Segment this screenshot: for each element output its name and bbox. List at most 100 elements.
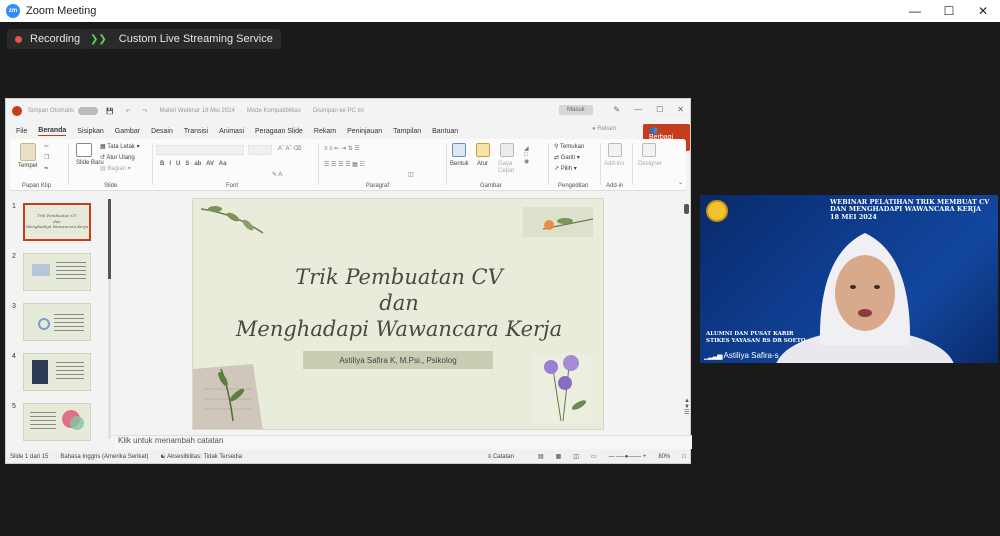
close-icon[interactable]: ✕	[966, 0, 1000, 22]
slideshow-view-icon[interactable]: ▭	[591, 453, 597, 460]
font-color-icon[interactable]: ✎ A	[272, 171, 282, 178]
page-nav-icons[interactable]: ▲ ▼ ☰	[684, 398, 690, 416]
ppt-minimize-icon[interactable]: —	[634, 105, 642, 114]
select-button[interactable]: ↗ Pilih ▾	[554, 165, 577, 172]
pen-icon[interactable]: ✎	[613, 105, 620, 114]
tab-beranda[interactable]: Beranda	[38, 127, 67, 136]
copy-icon[interactable]: ❐	[44, 154, 49, 161]
zoom-titlebar: zm Zoom Meeting — ☐ ✕	[0, 0, 1000, 22]
normal-view-icon[interactable]: ▤	[538, 453, 544, 460]
font-name-field[interactable]	[156, 145, 244, 155]
tab-peninjauan[interactable]: Peninjauan	[347, 128, 382, 135]
participant-video[interactable]: WEBINAR PELATIHAN TRIK MEMBUAT CV DAN ME…	[700, 195, 998, 363]
tab-animasi[interactable]: Animasi	[219, 128, 244, 135]
tab-sisipkan[interactable]: Sisipkan	[77, 128, 103, 135]
ribbon-home: Tempel ✂ ❐ ✒ Papan Klip Slide Baru ▦ Tat…	[10, 139, 686, 191]
slide-title-line2[interactable]: dan	[193, 291, 603, 315]
align-icons[interactable]: ☰ ☰ ☰ ☰ ▦ ☷	[324, 161, 365, 168]
slide-counter: Slide 1 dari 15	[10, 453, 49, 460]
sorter-view-icon[interactable]: ▦	[556, 453, 562, 460]
zoom-slider[interactable]: — ──●─── +	[609, 454, 647, 460]
fit-slide-icon[interactable]: □	[682, 454, 686, 460]
designer-button[interactable]: Designer	[638, 161, 662, 167]
ribbon-separator	[548, 143, 549, 185]
reading-view-icon[interactable]: ◫	[573, 453, 579, 460]
live-stream-label: Custom Live Streaming Service	[118, 33, 273, 45]
quick-styles-button[interactable]: Gaya Cepat	[498, 161, 520, 175]
designer-icon[interactable]	[642, 143, 656, 157]
arrange-icon[interactable]	[476, 143, 490, 157]
notes-toggle-button[interactable]: ≡ Catatan	[488, 454, 526, 460]
shared-screen-powerpoint: Simpan Otomatis 💾 ↶ ↷ Materi Webinar 18 …	[5, 98, 692, 464]
tab-file[interactable]: File	[16, 128, 27, 135]
paste-button[interactable]: Tempel	[18, 163, 37, 169]
thumbnails-scrollbar-thumb[interactable]	[108, 199, 111, 279]
slide-scrollbar-thumb[interactable]	[684, 204, 689, 214]
slide-scrollbar[interactable]: ▲ ▼ ☰	[684, 198, 690, 430]
autosave-toggle[interactable]	[78, 107, 99, 115]
accessibility-status[interactable]: ☯ Aksesibilitas: Tidak Tersedia	[160, 453, 254, 460]
slide-title-line3[interactable]: Menghadapi Wawancara Kerja	[193, 317, 603, 341]
font-style-buttons[interactable]: B I U S ab AV Aa	[160, 161, 226, 167]
replace-button[interactable]: ⇄ Ganti ▾	[554, 154, 580, 161]
find-button[interactable]: ⚲ Temukan	[554, 143, 584, 150]
format-painter-icon[interactable]: ✒	[44, 165, 49, 172]
slide-title-line1[interactable]: Trik Pembuatan CV	[193, 265, 603, 289]
thumb-title: Trik Pembuatan CV dan Menghadapi Wawancara…	[25, 213, 89, 230]
slide-thumbnail[interactable]	[23, 253, 91, 291]
thumb-text-lines	[54, 314, 84, 334]
save-icon[interactable]: 💾	[106, 108, 113, 115]
slide-thumbnail[interactable]	[23, 403, 91, 441]
recording-indicator[interactable]: Recording	[7, 29, 89, 49]
slide-canvas[interactable]: Trik Pembuatan CV dan Menghadapi Wawanca…	[192, 198, 604, 430]
ppt-window-controls: ✎ — ☐ ✕	[613, 105, 684, 114]
record-button[interactable]: ● Rekam	[592, 126, 627, 132]
add-ins-button[interactable]: Add-ins	[604, 161, 624, 167]
layout-button[interactable]: ▦ Tata Letak ▾	[100, 143, 140, 150]
live-stream-indicator[interactable]: ❯❯ Custom Live Streaming Service	[82, 29, 281, 49]
list-icons[interactable]: ≡ ≡ ⇤ ⇥ ⇅ ☰	[324, 145, 360, 152]
sign-in-button[interactable]: Masuk	[559, 105, 593, 115]
tab-desain[interactable]: Desain	[151, 128, 173, 135]
font-size-field[interactable]	[248, 145, 272, 155]
add-ins-icon[interactable]	[608, 143, 622, 157]
tab-gambar[interactable]: Gambar	[115, 128, 140, 135]
shapes-button[interactable]: Bentuk	[450, 161, 469, 167]
tab-bantuan[interactable]: Bantuan	[432, 128, 458, 135]
zoom-level[interactable]: 80%	[658, 454, 670, 460]
grow-font-icon[interactable]: Aˆ Aˇ ⌫	[278, 145, 302, 152]
ppt-close-icon[interactable]: ✕	[677, 105, 684, 114]
powerpoint-logo-icon	[12, 106, 22, 116]
save-location[interactable]: Disimpan ke PC Ini	[313, 108, 364, 114]
tab-transisi[interactable]: Transisi	[184, 128, 208, 135]
slide-thumbnail[interactable]	[23, 303, 91, 341]
ribbon-separator	[600, 143, 601, 185]
paste-icon[interactable]	[20, 143, 36, 161]
ppt-maximize-icon[interactable]: ☐	[656, 105, 663, 114]
tab-tampilan[interactable]: Tampilan	[393, 128, 421, 135]
tab-peragaan-slide[interactable]: Peragaan Slide	[255, 128, 303, 135]
slide-thumbnail[interactable]: Trik Pembuatan CV dan Menghadapi Wawancara…	[23, 203, 91, 241]
section-button[interactable]: ▤ Bagian ▾	[100, 165, 131, 172]
participant-name: Astiliya Safira-s	[723, 351, 779, 360]
notes-placeholder: Klik untuk menambah catatan	[118, 436, 224, 445]
shape-fill-icon[interactable]: ◢ □ ◉	[524, 145, 529, 165]
presenter-name-box[interactable]: Astiliya Safira K, M.Psi., Psikolog	[303, 351, 493, 369]
minimize-icon[interactable]: —	[898, 0, 932, 22]
quick-styles-icon[interactable]	[500, 143, 514, 157]
new-slide-icon[interactable]	[76, 143, 92, 157]
tab-rekam[interactable]: Rekam	[314, 128, 336, 135]
participant-name-tag: ▁▂▃▅ Astiliya Safira-s	[704, 351, 779, 360]
collapse-ribbon-icon[interactable]: ⌄	[678, 179, 683, 186]
cut-icon[interactable]: ✂	[44, 143, 49, 150]
redo-icon[interactable]: ↷	[143, 108, 148, 115]
shapes-icon[interactable]	[452, 143, 466, 157]
reset-button[interactable]: ↺ Atur Ulang	[100, 154, 135, 161]
undo-icon[interactable]: ↶	[126, 108, 131, 115]
maximize-icon[interactable]: ☐	[932, 0, 966, 22]
slide-thumbnail[interactable]	[23, 353, 91, 391]
notes-pane[interactable]: Klik untuk menambah catatan	[114, 435, 692, 449]
smartart-icon[interactable]: ◫	[408, 171, 414, 178]
language-status[interactable]: Bahasa Inggris (Amerika Serikat)	[60, 454, 148, 460]
arrange-button[interactable]: Atur	[477, 161, 488, 167]
